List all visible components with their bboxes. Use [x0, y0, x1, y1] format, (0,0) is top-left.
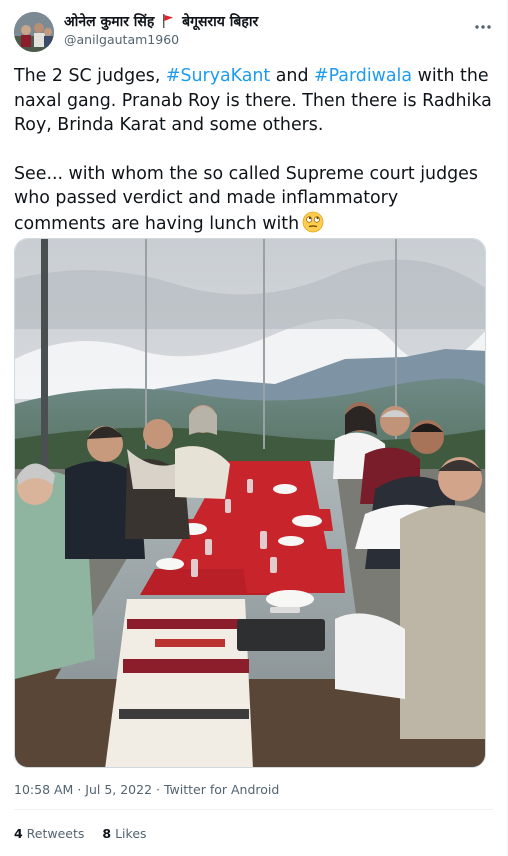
retweets-label: Retweets	[22, 826, 85, 841]
author-handle[interactable]: @anilgautam1960	[64, 31, 258, 49]
face-with-rolling-eyes-icon	[302, 211, 324, 233]
tweet-header: ओनेल कुमार सिंह बेगूसराय बिहार @anilgaut…	[14, 12, 494, 56]
display-name-part1: ओनेल कुमार सिंह	[64, 14, 155, 30]
display-name[interactable]: ओनेल कुमार सिंह बेगूसराय बिहार	[64, 13, 258, 31]
avatar[interactable]	[14, 12, 54, 52]
meta-separator: ·	[73, 782, 86, 797]
hashtag-link-suryakant[interactable]: #SuryaKant	[166, 66, 270, 86]
tweet-text-segment: and	[270, 66, 315, 86]
tweet-paragraph-2: See... with whom the so called Supreme c…	[14, 162, 492, 237]
likes-stat[interactable]: 8 Likes	[102, 826, 146, 841]
tweet-source[interactable]: Twitter for Android	[164, 782, 279, 797]
tweet-meta: 10:58 AM · Jul 5, 2022 · Twitter for And…	[14, 782, 279, 797]
likes-count: 8	[102, 826, 112, 841]
more-options-icon[interactable]	[472, 16, 494, 38]
tweet-card: ओनेल कुमार सिंह बेगूसराय बिहार @anilgaut…	[0, 0, 508, 856]
meta-separator: ·	[152, 782, 164, 797]
red-triangular-flag-icon	[162, 14, 174, 28]
stats-divider	[14, 809, 493, 810]
retweets-count: 4	[14, 826, 23, 841]
tweet-stats: 4 Retweets 8 Likes	[14, 826, 161, 841]
author-names: ओनेल कुमार सिंह बेगूसराय बिहार @anilgaut…	[64, 13, 258, 49]
tweet-paragraph-1: The 2 SC judges, #SuryaKant and #Pardiwa…	[14, 64, 492, 138]
tweet-text-segment: The 2 SC judges,	[14, 66, 166, 86]
tweet-text-segment: See... with whom the so called Supreme c…	[14, 163, 478, 234]
tweet-date[interactable]: Jul 5, 2022	[85, 782, 152, 797]
display-name-part2: बेगूसराय बिहार	[182, 14, 259, 30]
likes-label: Likes	[111, 826, 147, 841]
tweet-time[interactable]: 10:58 AM	[14, 782, 73, 797]
tweet-text: The 2 SC judges, #SuryaKant and #Pardiwa…	[14, 64, 492, 236]
photo-lunch-table	[15, 239, 485, 767]
retweets-stat[interactable]: 4 Retweets	[14, 826, 84, 841]
tweet-photo[interactable]	[14, 238, 486, 768]
hashtag-link-pardiwala[interactable]: #Pardiwala	[314, 66, 412, 86]
